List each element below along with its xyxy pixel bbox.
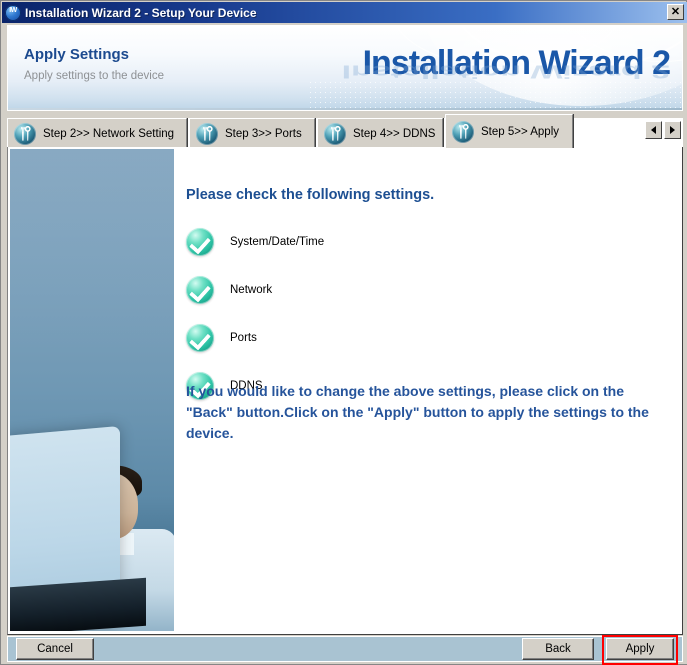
tools-icon [14,122,36,145]
tab-scroll-right-button[interactable] [664,121,681,139]
tools-icon [324,122,346,145]
title-bar: Installation Wizard 2 - Setup Your Devic… [2,2,687,23]
check-circle-icon [186,276,214,304]
dot-pattern-decoration [308,80,682,110]
tab-strip: Step 2>> Network Setting Step 3>> Ports [7,112,683,149]
content-heading: Please check the following settings. [186,187,435,203]
cancel-button[interactable]: Cancel [16,638,94,660]
tab-label: Step 2>> Network Setting [43,127,175,140]
tab-scroll-left-button[interactable] [645,121,662,139]
close-icon[interactable]: ✕ [667,4,684,20]
tab-label: Step 3>> Ports [225,127,302,140]
client-area: Apply Settings Apply settings to the dev… [2,23,687,665]
check-circle-icon [186,324,214,352]
back-button[interactable]: Back [522,638,594,660]
checklist-item-ports: Ports [186,323,257,353]
chevron-right-icon [670,126,675,134]
brand-wordmark: Installation Wizard 2 [362,44,671,82]
tab-step-2-network-setting[interactable]: Step 2>> Network Setting [7,118,187,148]
checklist-item-network: Network [186,275,272,305]
tab-step-3-ports[interactable]: Step 3>> Ports [189,118,315,148]
tab-step-5-apply[interactable]: Step 5>> Apply [445,114,573,148]
wizard-page: Please check the following settings. Sys… [7,147,683,635]
tab-label: Step 5>> Apply [481,125,560,138]
tab-step-4-ddns[interactable]: Step 4>> DDNS [317,118,443,148]
footer-bar: Cancel Back Apply [7,635,683,665]
page-title: Apply Settings [24,46,130,63]
tools-icon [452,120,474,143]
apply-button[interactable]: Apply [606,638,674,660]
app-icon-iw2 [5,4,21,21]
check-circle-icon [186,228,214,256]
tab-label: Step 4>> DDNS [353,127,436,140]
chevron-left-icon [651,126,656,134]
banner-divider [8,108,682,110]
photo-laptop-base [10,577,146,631]
checklist-item-system-date-time: System/Date/Time [186,227,324,257]
page-content: Please check the following settings. Sys… [180,149,680,632]
checklist-label: Network [230,284,273,296]
sidebar-photo [10,149,174,631]
installation-wizard-window: Installation Wizard 2 - Setup Your Devic… [0,0,687,665]
header-banner: Apply Settings Apply settings to the dev… [7,25,683,111]
instructions-text: If you would like to change the above se… [186,383,649,441]
page-subtitle: Apply settings to the device [24,70,164,82]
tab-scroll-buttons [643,121,681,139]
banner-text-group: Apply Settings Apply settings to the dev… [24,46,164,83]
checklist-label: Ports [230,332,257,344]
tools-icon [196,122,218,145]
checklist-label: System/Date/Time [230,236,325,248]
window-title: Installation Wizard 2 - Setup Your Devic… [25,5,257,20]
